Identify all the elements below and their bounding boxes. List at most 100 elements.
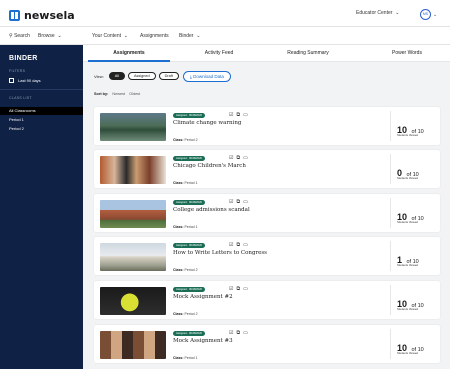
students-viewed: 10 of 10 Students Viewed [390,285,434,315]
assignment-card[interactable]: Assigned · 06/18/2020 ☑ ⧉ ▭ College admi… [94,194,440,232]
chevron-down-icon: ⌄ [56,33,62,39]
assignment-class: Class: Period 2 [173,138,198,142]
date-filter-label: Last 90 days [18,78,41,83]
assignment-title[interactable]: How to Write Letters to Congress [173,250,267,256]
sidebar-item-period-2[interactable]: Period 2 [0,125,83,133]
trash-icon[interactable]: ▭ [243,155,248,161]
download-data-button[interactable]: ⤓ Download Data [182,70,231,82]
sort-label: Sort by: [94,92,109,96]
students-viewed: 10 of 10 Students Viewed [390,329,434,359]
assigned-badge: Assigned · 06/18/2020 [173,200,205,205]
trash-icon[interactable]: ▭ [243,112,248,118]
copy-icon[interactable]: ⧉ [236,112,240,118]
chevron-down-icon: ⌄ [122,33,128,39]
viewed-caption: Students Viewed [397,133,418,137]
copy-icon[interactable]: ⧉ [236,286,240,292]
article-thumbnail [100,287,166,315]
article-thumbnail [100,156,166,184]
nav-browse[interactable]: Browse ⌄ [38,33,62,39]
students-viewed: 1 of 10 Students Viewed [390,241,434,271]
newsela-logo[interactable]: newsela [9,9,75,22]
assignment-title[interactable]: Chicago Children's March [173,163,246,169]
assignment-title[interactable]: Mock Assignment #3 [173,338,233,344]
viewed-caption: Students Viewed [397,351,418,355]
card-actions: ☑ ⧉ ▭ [229,199,248,205]
viewed-caption: Students Viewed [397,263,418,267]
chevron-down-icon: ⌄ [393,10,400,16]
tab-reading-summary[interactable]: Reading Summary [266,45,350,62]
tab-power-words[interactable]: Power Words [367,45,447,62]
sidebar-title: BINDER [9,55,38,62]
lock-icon[interactable]: ☑ [229,286,233,292]
assignment-class: Class: Period 1 [173,356,198,360]
card-actions: ☑ ⧉ ▭ [229,286,248,292]
view-filter-row: View: All Assigned Draft ⤓ Download Data [94,70,231,82]
download-icon: ⤓ [189,73,192,79]
copy-icon[interactable]: ⧉ [236,199,240,205]
user-menu[interactable]: MS ⌄ [420,9,437,20]
educator-center-select[interactable]: Educator Center ⌄ [356,10,399,16]
assignment-card[interactable]: Assigned · 06/18/2020 ☑ ⧉ ▭ Mock Assignm… [94,281,440,319]
class-label: Class: [173,268,184,272]
assignment-card[interactable]: Assigned · 06/18/2020 ☑ ⧉ ▭ Mock Assignm… [94,325,440,363]
assigned-badge: Assigned · 06/18/2020 [173,331,205,336]
viewed-caption: Students Viewed [397,176,418,180]
assignment-class: Class: Period 2 [173,312,198,316]
trash-icon[interactable]: ▭ [243,286,248,292]
logo-text: newsela [24,9,75,22]
chevron-down-icon: ⌄ [433,11,438,18]
nav-assignments[interactable]: Assignments [140,33,169,39]
educator-center-label: Educator Center [356,10,393,16]
sort-newest[interactable]: Newest [112,92,125,96]
trash-icon[interactable]: ▭ [243,330,248,336]
copy-icon[interactable]: ⧉ [236,155,240,161]
nav-binder[interactable]: Binder ⌄ [179,33,200,39]
class-name: Period 2 [184,268,198,272]
view-all-pill[interactable]: All [108,72,125,80]
nav-your-content-label: Your Content [92,33,122,39]
assignment-class: Class: Period 1 [173,225,198,229]
lock-icon[interactable]: ☑ [229,112,233,118]
assignment-title[interactable]: College admissions scandal [173,207,250,213]
trash-icon[interactable]: ▭ [243,242,248,248]
sort-row: Sort by: Newest Oldest [94,92,140,96]
tab-activity-feed[interactable]: Activity Feed [179,45,259,62]
class-name: Period 2 [184,138,198,142]
students-viewed: 10 of 10 Students Viewed [390,111,434,141]
assignment-card[interactable]: Assigned · 06/18/2020 ☑ ⧉ ▭ Chicago Chil… [94,150,440,188]
nav-search[interactable]: ⚲ Search [9,33,30,39]
class-list-label: CLASS LIST [9,96,32,100]
binder-sidebar: BINDER FILTERS Last 90 days CLASS LIST A… [0,45,83,369]
copy-icon[interactable]: ⧉ [236,242,240,248]
class-label: Class: [173,138,184,142]
lock-icon[interactable]: ☑ [229,242,233,248]
assignment-title[interactable]: Mock Assignment #2 [173,294,233,300]
chevron-down-icon: ⌄ [194,33,201,39]
view-label: View: [94,73,104,79]
article-thumbnail [100,243,166,271]
assignment-card[interactable]: Assigned · 06/18/2020 ☑ ⧉ ▭ How to Write… [94,237,440,275]
class-name: Period 1 [184,225,198,229]
view-assigned-pill[interactable]: Assigned [127,72,156,80]
nav-assignments-label: Assignments [140,33,169,39]
class-label: Class: [173,225,184,229]
lock-icon[interactable]: ☑ [229,330,233,336]
sort-oldest[interactable]: Oldest [129,92,140,96]
date-filter[interactable]: Last 90 days [9,78,41,83]
sidebar-item-period-1[interactable]: Period 1 [0,116,83,124]
students-viewed: 0 of 10 Students Viewed [390,154,434,184]
tab-assignments[interactable]: Assignments [88,45,170,62]
nav-your-content[interactable]: Your Content ⌄ [92,33,128,39]
lock-icon[interactable]: ☑ [229,199,233,205]
avatar: MS [420,9,431,20]
view-draft-pill[interactable]: Draft [158,72,179,80]
article-thumbnail [100,200,166,228]
sidebar-item-all-classrooms[interactable]: All Classrooms [0,107,83,115]
copy-icon[interactable]: ⧉ [236,330,240,336]
assignment-title[interactable]: Climate change warning [173,120,241,126]
assignment-class: Class: Period 2 [173,268,198,272]
lock-icon[interactable]: ☑ [229,155,233,161]
assignment-card[interactable]: Assigned · 06/18/2020 ☑ ⧉ ▭ Climate chan… [94,107,440,145]
trash-icon[interactable]: ▭ [243,199,248,205]
assigned-badge: Assigned · 06/18/2020 [173,287,205,292]
